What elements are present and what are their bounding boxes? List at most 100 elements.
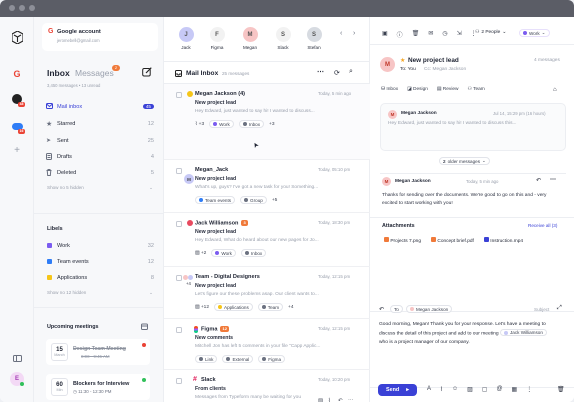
show-hidden-labels[interactable]: Show no 12 hidden ⌄ bbox=[47, 290, 153, 296]
window-minimize-dot[interactable] bbox=[19, 5, 25, 11]
more-options-icon[interactable]: ⋯ bbox=[550, 176, 556, 183]
reply-icon[interactable]: ↶ bbox=[536, 177, 541, 184]
contact-stefan[interactable]: S Stefan bbox=[303, 27, 325, 50]
nav-starred[interactable]: ★ Starred 12 bbox=[46, 118, 154, 129]
attachment-item[interactable]: Concept brief.pdf bbox=[431, 237, 474, 244]
mail-row[interactable]: Slack Today, 10:20 pm From clients Messa… bbox=[164, 370, 370, 402]
archive-icon[interactable]: ▣ bbox=[382, 30, 388, 39]
contact-figma[interactable]: F Figma bbox=[206, 27, 228, 50]
trash-icon[interactable]: 🗑 bbox=[557, 386, 565, 393]
window-close-dot[interactable] bbox=[9, 5, 15, 11]
mail-label-chip[interactable]: Figma bbox=[258, 355, 286, 363]
attachment-item[interactable]: Instruction.mp4 bbox=[483, 237, 523, 244]
mail-row[interactable]: Figma 12 Today, 12:15 pm New comments Mit… bbox=[164, 319, 370, 370]
google-account-icon[interactable]: G bbox=[9, 66, 25, 82]
send-button[interactable]: Send ▸ bbox=[378, 384, 417, 396]
mail-label-chip[interactable]: Work bbox=[211, 249, 236, 257]
tab-inbox[interactable]: Inbox bbox=[47, 68, 70, 78]
tag-team[interactable]: ⚇ Team bbox=[468, 87, 485, 92]
compose-body[interactable]: Good morning, Megan! Thank you for your … bbox=[379, 321, 569, 347]
nav-drafts[interactable]: Drafts 4 bbox=[46, 151, 154, 162]
to-field[interactable]: To bbox=[390, 305, 403, 313]
attachment-item[interactable]: Projects 7.png bbox=[384, 237, 421, 244]
clock-icon[interactable]: ◷ bbox=[442, 30, 447, 39]
contact-jack[interactable]: J Jack bbox=[175, 27, 197, 50]
receive-all-link[interactable]: Receive all (3) bbox=[528, 223, 557, 228]
subject-field[interactable]: Subject bbox=[534, 307, 549, 312]
mail-row[interactable]: Megan_Jack Today, 05:10 pm New project l… bbox=[164, 160, 370, 213]
info-icon[interactable]: ⓘ bbox=[397, 30, 403, 39]
mention-icon[interactable]: @ bbox=[496, 386, 502, 393]
add-account-icon[interactable]: + bbox=[9, 142, 25, 158]
tab-messages[interactable]: Messages bbox=[75, 68, 114, 78]
tag-inbox[interactable]: ⛁ Inbox bbox=[381, 87, 398, 92]
older-messages-button[interactable]: 2 older messages ⌄ bbox=[439, 157, 490, 165]
label-team-events[interactable]: Team events 12 bbox=[46, 256, 154, 267]
user-avatar[interactable]: E bbox=[9, 371, 25, 387]
contact-slack[interactable]: S Slack bbox=[272, 27, 294, 50]
lock-icon[interactable]: ▢ bbox=[482, 386, 488, 393]
nav-sent[interactable]: ➤ Sent 25 bbox=[46, 135, 154, 146]
trash-icon[interactable]: 🗑 bbox=[412, 30, 420, 39]
select-checkbox[interactable] bbox=[176, 378, 182, 384]
emoji-icon[interactable]: ☺ bbox=[452, 386, 458, 393]
attach-icon[interactable]: ⌇ bbox=[328, 398, 331, 402]
nav-mail-inbox[interactable]: Mail inbox 45 bbox=[46, 101, 154, 112]
refresh-icon[interactable]: ⟳ bbox=[334, 69, 340, 77]
select-checkbox[interactable] bbox=[176, 92, 182, 98]
image-icon[interactable]: ▨ bbox=[467, 386, 473, 393]
quoted-message[interactable]: M Megan Jackson Jul 14, 15:29 pm (16 hou… bbox=[380, 103, 566, 151]
tag-icon[interactable]: ⌂ bbox=[553, 87, 557, 93]
select-checkbox[interactable] bbox=[176, 275, 182, 281]
nav-deleted[interactable]: Deleted 5 bbox=[46, 167, 154, 178]
mail-label-chip[interactable]: Inbox bbox=[240, 249, 267, 257]
label-work[interactable]: Work 32 bbox=[46, 240, 154, 251]
more-options-icon[interactable]: ⋯ bbox=[348, 398, 354, 402]
people-dropdown[interactable]: ⚇ 2 People ⌄ bbox=[475, 30, 506, 35]
move-icon[interactable]: ⇲ bbox=[457, 30, 462, 39]
chevron-right-icon[interactable]: › bbox=[353, 30, 355, 37]
mail-label-chip[interactable]: Applications bbox=[214, 303, 253, 311]
show-hidden-folders[interactable]: Show no 5 hidden ⌄ bbox=[47, 185, 153, 191]
mention-chip[interactable]: Jack Williamson bbox=[499, 329, 547, 336]
image-icon[interactable]: ▨ bbox=[318, 398, 323, 402]
cloud-account-icon[interactable]: 16 bbox=[9, 118, 25, 134]
chevron-left-icon[interactable]: ‹ bbox=[340, 30, 342, 37]
attach-icon[interactable]: ⌇ bbox=[440, 386, 443, 393]
compose-icon[interactable] bbox=[142, 67, 152, 79]
tag-design[interactable]: ◪ Design bbox=[407, 87, 428, 92]
more-options-icon[interactable]: ⋮ bbox=[526, 386, 532, 393]
mail-label-chip[interactable]: Team bbox=[257, 303, 284, 311]
mail-label-chip[interactable]: Inbox bbox=[238, 120, 265, 128]
mail-row[interactable]: Team - Digital Designers Today, 12:15 pm… bbox=[164, 267, 370, 319]
work-label-dropdown[interactable]: Work ⌄ bbox=[519, 29, 550, 37]
mail-row[interactable]: Jack Williamson 3 Today, 18:30 pm New pro… bbox=[164, 213, 370, 267]
expand-icon[interactable]: ⤢ bbox=[557, 305, 562, 312]
text-format-icon[interactable]: A bbox=[427, 386, 431, 393]
select-checkbox[interactable] bbox=[176, 221, 182, 227]
mail-label-chip[interactable]: Work bbox=[209, 120, 234, 128]
search-icon[interactable]: ⌕ bbox=[349, 68, 353, 76]
label-applications[interactable]: Applications 8 bbox=[46, 272, 154, 283]
draft-icon[interactable]: ▦ bbox=[512, 386, 518, 393]
mail-label-chip[interactable]: Group bbox=[240, 196, 267, 204]
contact-megan[interactable]: M Megan bbox=[239, 27, 261, 50]
mail-label-chip[interactable]: External bbox=[222, 355, 254, 363]
reply-icon[interactable]: ↶ bbox=[379, 306, 384, 313]
window-maximize-dot[interactable] bbox=[29, 5, 35, 11]
calendar-icon[interactable] bbox=[141, 323, 148, 330]
mail-row[interactable]: Megan Jackson (4) Today, 5 min ago New p… bbox=[164, 84, 370, 160]
account-card[interactable]: G Google account jeromebell@gmail.com bbox=[42, 23, 158, 51]
collapse-panel-icon[interactable] bbox=[9, 350, 25, 366]
meeting-card[interactable]: 15 March Design Team Meeting 8:00 - 9:45… bbox=[46, 339, 150, 365]
select-checkbox[interactable] bbox=[176, 327, 182, 333]
select-checkbox[interactable] bbox=[176, 168, 182, 174]
tag-review[interactable]: ▤ Review bbox=[437, 87, 459, 92]
more-options-icon[interactable]: ⋯ bbox=[317, 68, 324, 76]
mail-label-chip[interactable]: Team events bbox=[195, 196, 236, 204]
reply-icon[interactable]: ↶ bbox=[338, 398, 343, 402]
star-icon[interactable]: ★ bbox=[400, 57, 405, 64]
mail-icon[interactable]: ✉ bbox=[428, 30, 433, 39]
mail-label-chip[interactable]: Link bbox=[195, 355, 218, 363]
recipient-chip[interactable]: Megan Jackson bbox=[406, 305, 453, 313]
